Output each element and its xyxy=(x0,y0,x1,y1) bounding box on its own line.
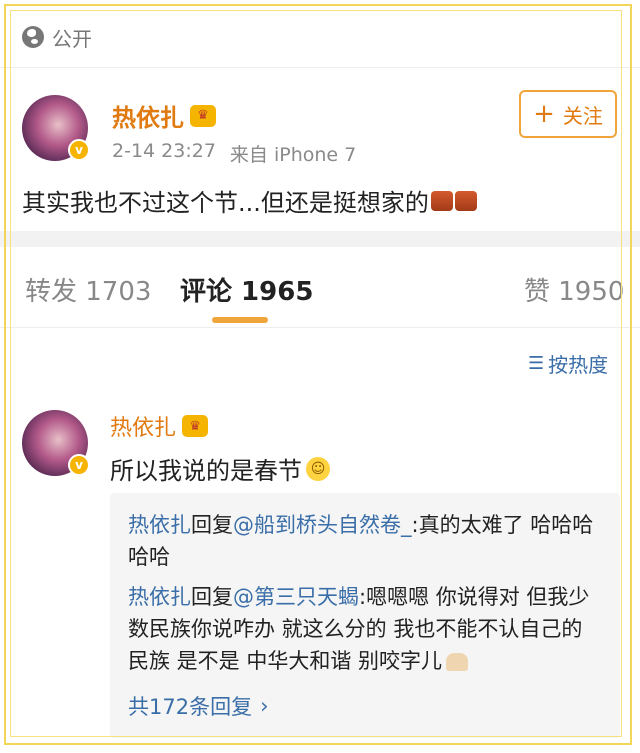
globe-icon xyxy=(22,26,44,48)
crown-icon: ♛ xyxy=(182,415,209,437)
more-replies-link[interactable]: 共172条回复 › xyxy=(128,691,269,721)
reply-user-link[interactable]: 热依扎 xyxy=(128,513,191,537)
verified-badge-icon: v xyxy=(68,454,90,476)
tab-comment[interactable]: 评论 1965 xyxy=(180,271,313,308)
reply-thread: 热依扎回复@船到桥头自然卷_:真的太难了 哈哈哈哈哈 热依扎回复@第三只天蝎:嗯… xyxy=(110,493,620,738)
post-author-avatar[interactable]: v xyxy=(22,95,90,161)
post-text-content: 其实我也不过这个节...但还是挺想家的 xyxy=(22,189,429,217)
comment-text-content: 所以我说的是春节 xyxy=(110,457,302,485)
pray-emoji-icon xyxy=(446,653,469,671)
divider xyxy=(0,67,640,68)
crown-icon: ♛ xyxy=(190,104,216,127)
divider xyxy=(0,327,640,328)
sort-label: 按热度 xyxy=(548,353,609,377)
follow-label: 关注 xyxy=(562,103,603,128)
tab-bar: 转发 1703 评论 1965 赞 1950 xyxy=(0,247,640,329)
follow-button[interactable]: + 关注 xyxy=(519,90,617,138)
comment-author-name-text: 热依扎 xyxy=(110,416,177,441)
post-text: 其实我也不过这个节...但还是挺想家的 xyxy=(22,183,477,218)
sort-by-hot-button[interactable]: ☰ 按热度 xyxy=(528,349,608,378)
fist-emoji-icon xyxy=(430,190,477,211)
reply-item: 热依扎回复@船到桥头自然卷_:真的太难了 哈哈哈哈哈 xyxy=(128,509,598,573)
reply-user-link[interactable]: 热依扎 xyxy=(128,585,191,609)
comment-author-name[interactable]: 热依扎 ♛ xyxy=(110,410,209,442)
tab-repost[interactable]: 转发 1703 xyxy=(25,271,151,308)
reply-mention-link[interactable]: @船到桥头自然卷_ xyxy=(233,513,412,537)
post-meta: 2-14 23:27 来自 iPhone 7 xyxy=(112,140,356,167)
smirk-emoji-icon: ☺ xyxy=(306,456,330,481)
more-replies-label: 共172条回复 xyxy=(128,695,253,719)
comment-text: 所以我说的是春节 ☺ xyxy=(110,451,330,486)
section-separator xyxy=(0,231,640,247)
active-tab-indicator xyxy=(212,317,268,323)
post-date: 2-14 23:27 xyxy=(112,140,216,162)
post-author-name[interactable]: 热依扎 ♛ xyxy=(112,98,216,133)
tab-like[interactable]: 赞 1950 xyxy=(524,271,624,308)
chevron-right-icon: › xyxy=(260,694,269,718)
verified-badge-icon: v xyxy=(68,139,90,161)
post-author-name-text: 热依扎 xyxy=(112,104,184,132)
reply-verb: 回复 xyxy=(191,585,233,609)
visibility-row: 公开 xyxy=(22,22,92,52)
comment-author-avatar[interactable]: v xyxy=(22,410,90,476)
reply-verb: 回复 xyxy=(191,513,233,537)
visibility-label: 公开 xyxy=(52,26,92,51)
post-source: 来自 iPhone 7 xyxy=(229,144,357,166)
reply-mention-link[interactable]: @第三只天蝎 xyxy=(233,585,359,609)
sort-icon: ☰ xyxy=(528,353,545,374)
reply-item: 热依扎回复@第三只天蝎:嗯嗯嗯 你说得对 但我少数民族你说咋办 就这么分的 我也… xyxy=(128,581,598,677)
plus-icon: + xyxy=(533,99,555,129)
